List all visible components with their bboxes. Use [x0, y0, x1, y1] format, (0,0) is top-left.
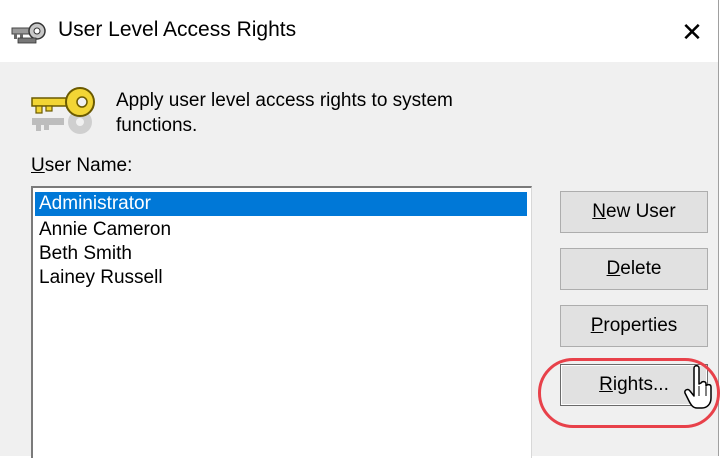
- description-text: Apply user level access rights to system…: [116, 90, 453, 136]
- user-name-label-text: ser Name:: [44, 155, 133, 176]
- title-bar[interactable]: User Level Access Rights ✕: [0, 0, 718, 62]
- properties-label: roperties: [603, 315, 678, 336]
- user-name-label: User Name:: [31, 155, 132, 177]
- close-button[interactable]: ✕: [672, 14, 712, 50]
- new-user-button[interactable]: New User: [560, 191, 708, 233]
- delete-mnemonic: D: [606, 258, 621, 279]
- properties-mnemonic: P: [590, 315, 604, 336]
- list-item[interactable]: Beth Smith: [35, 242, 527, 266]
- user-listbox[interactable]: Administrator Annie Cameron Beth Smith L…: [31, 186, 532, 458]
- list-item[interactable]: Lainey Russell: [35, 266, 527, 290]
- hand-pointer-icon: [684, 365, 712, 409]
- dialog-window: User Level Access Rights ✕ Apply user le…: [0, 0, 720, 458]
- keys-icon: [11, 22, 46, 44]
- window-title: User Level Access Rights: [58, 18, 297, 41]
- list-item[interactable]: Annie Cameron: [35, 218, 527, 242]
- delete-button[interactable]: Delete: [560, 248, 708, 290]
- new-user-mnemonic: N: [592, 201, 607, 222]
- key-icon: [31, 87, 95, 134]
- user-name-mnemonic: U: [31, 155, 45, 176]
- new-user-label: ew User: [606, 201, 676, 222]
- list-item[interactable]: Administrator: [35, 192, 527, 216]
- delete-label: elete: [620, 258, 662, 279]
- properties-button[interactable]: Properties: [560, 305, 708, 347]
